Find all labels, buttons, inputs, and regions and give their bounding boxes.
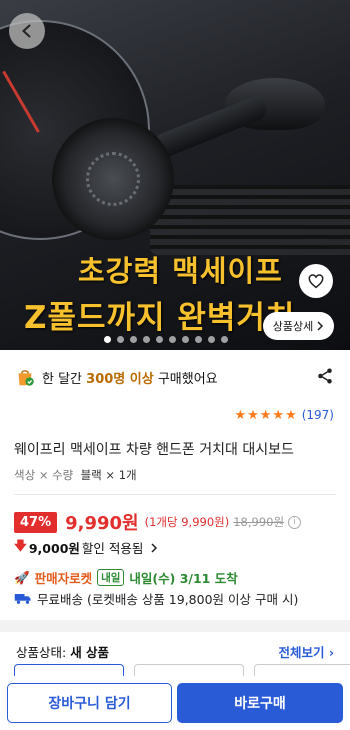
condition-value: 새 상품 [70,645,110,660]
option-value: 블랙 × 1개 [80,468,137,482]
product-hero-image[interactable]: 초강력 맥세이프 Z폴드까지 완벽거치 상품상세 [0,0,350,350]
truck-icon [14,594,31,604]
star-icon: ★ [247,407,259,423]
price-row: 47% 9,990원 (1개당 9,990원) 18,990원 i [0,510,350,534]
back-button[interactable] [9,13,45,49]
add-to-cart-button[interactable]: 장바구니 담기 [7,683,172,723]
section-separator [0,620,350,632]
chevron-right-icon [151,542,158,553]
carousel-dot [117,336,124,343]
option-row[interactable]: 색상 × 수량 블랙 × 1개 [0,467,350,483]
tomorrow-badge: 내일 [97,569,125,586]
carousel-dot [169,336,176,343]
chevron-right-icon [317,321,324,331]
carousel-dot [143,336,150,343]
see-all-link[interactable]: 전체보기 › [278,642,334,661]
carousel-dot [195,336,202,343]
free-shipping-row: 무료배송 (로켓배송 상품 19,800원 이상 구매 시) [0,589,350,608]
product-detail-button[interactable]: 상품상세 [263,312,334,340]
wishlist-button[interactable] [299,264,333,298]
delivery-eta: 내일(수) 3/11 도착 [129,571,238,586]
see-all-label: 전체보기 [278,645,325,660]
chevron-left-icon [22,24,31,38]
condition-row: 상품상태: 새 상품 전체보기 › [0,642,350,661]
rocket-label: 판매자로켓 [34,571,93,586]
carousel-dot [221,336,228,343]
carousel-dot [208,336,215,343]
free-shipping-text: 무료배송 (로켓배송 상품 19,800원 이상 구매 시) [37,592,299,607]
unit-price: (1개당 9,990원) [144,515,230,529]
air-vent-graphic [150,185,350,255]
arrow-down-icon: 🡇 [14,538,27,553]
star-icon: ★ [272,407,285,423]
rating-row[interactable]: ★ ★ ★ ★ ★ (197) [0,406,350,424]
buy-now-button[interactable]: 바로구매 [177,683,343,723]
option-label: 색상 × 수량 [14,468,74,482]
hero-headline-line1: 초강력 맥세이프 [78,254,283,288]
star-icon: ★ [285,407,297,423]
original-price: 18,990원 [233,515,285,529]
rocket-delivery-row: 🚀 판매자로켓 내일 내일(수) 3/11 도착 [0,568,350,587]
heart-icon [308,274,324,289]
rocket-icon: 🚀 [14,569,30,585]
carousel-dot [156,336,163,343]
carousel-indicator [104,336,228,343]
shopping-bag-icon [18,370,34,386]
info-icon[interactable]: i [288,515,302,529]
discount-badge: 47% [14,511,58,533]
share-icon[interactable] [316,367,334,385]
discount-text: 할인 적용됨 [81,541,144,556]
magsafe-mount-graphic [52,118,174,240]
carousel-dot [104,336,111,343]
hero-headline-line2: Z폴드까지 완벽거치 [24,300,296,336]
divider [14,494,336,495]
carousel-dot [130,336,137,343]
product-detail-label: 상품상세 [272,320,314,333]
star-icon: ★ [259,407,272,423]
sale-price: 9,990원 [65,513,139,534]
star-icon: ★ [234,407,247,423]
carousel-dot [182,336,189,343]
purchase-stat-prefix: 한 달간 [42,371,83,387]
bottom-action-bar: 장바구니 담기 바로구매 [0,676,350,730]
condition-label: 상품상태: [16,645,67,660]
discount-amount: 9,000원 [28,541,80,556]
review-count[interactable]: (197) [302,408,334,422]
purchase-stat-suffix: 구매했어요 [157,371,218,387]
purchase-stat-count: 300명 이상 [86,371,154,387]
product-title: 웨이프리 맥세이프 차량 핸드폰 거치대 대시보드 [14,442,294,458]
discount-applied-row[interactable]: 🡇 9,000원 할인 적용됨 [0,537,350,558]
purchase-stat-row: 한 달간 300명 이상 구매했어요 [0,364,350,390]
